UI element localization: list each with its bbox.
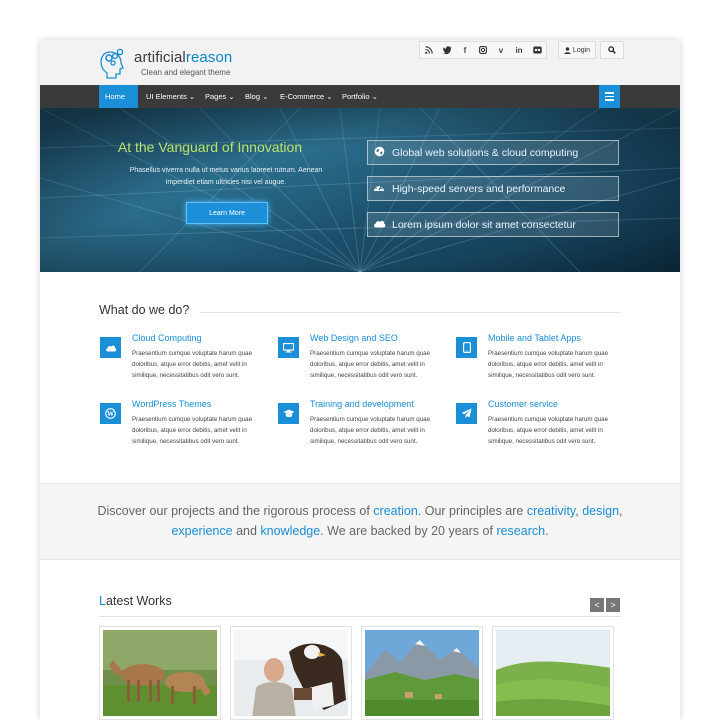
rss-icon[interactable] xyxy=(420,42,438,58)
vimeo-icon[interactable]: v xyxy=(492,42,510,58)
tablet-icon xyxy=(456,337,477,358)
service-title[interactable]: Training and development xyxy=(310,399,414,409)
nav-item-pages[interactable]: Pages ⌄ xyxy=(199,85,241,108)
hero-feature-label: Global web solutions & cloud computing xyxy=(392,146,579,159)
brand-accent-text: reason xyxy=(185,49,233,66)
hero-feature-servers[interactable]: High-speed servers and performance xyxy=(367,176,619,201)
user-icon xyxy=(564,46,571,54)
instagram-icon[interactable] xyxy=(474,42,492,58)
hero-title: At the Vanguard of Innovation xyxy=(117,139,303,155)
learn-more-button[interactable]: Learn More xyxy=(186,202,268,224)
link-creation[interactable]: creation xyxy=(373,504,417,518)
cloud-icon xyxy=(100,337,121,358)
service-title[interactable]: Cloud Computing xyxy=(132,333,202,343)
paper-plane-icon xyxy=(456,403,477,424)
site-header: artificialreason Clean and elegant theme… xyxy=(40,40,680,85)
brain-gears-logo-icon[interactable] xyxy=(98,46,130,80)
login-label: Login xyxy=(572,46,591,54)
service-description: Praesentium cumque voluptate harum quae … xyxy=(132,350,253,379)
brand-name[interactable]: artificialreason xyxy=(134,49,232,66)
tagline: Clean and elegant theme xyxy=(141,68,231,77)
green-hills-photo xyxy=(496,630,610,716)
flickr-icon[interactable] xyxy=(528,42,546,58)
linkedin-icon[interactable]: in xyxy=(510,42,528,58)
nav-item-blog[interactable]: Blog ⌄ xyxy=(239,85,274,108)
link-design[interactable]: design xyxy=(582,504,619,518)
mountain-village-photo xyxy=(365,630,479,716)
link-creativity[interactable]: creativity xyxy=(527,504,575,518)
latest-works-title: Latest Works xyxy=(99,594,172,608)
discover-banner: Discover our projects and the rigorous p… xyxy=(40,483,680,560)
hero-feature-global[interactable]: Global web solutions & cloud computing xyxy=(367,140,619,165)
hero-feature-lorem[interactable]: Lorem ipsum dolor sit amet consectetur xyxy=(367,212,619,237)
search-button[interactable] xyxy=(600,41,624,59)
menu-toggle-button[interactable] xyxy=(599,85,620,108)
hero-feature-label: Lorem ipsum dolor sit amet consectetur xyxy=(392,218,576,231)
service-description: Praesentium cumque voluptate harum quae … xyxy=(310,350,431,379)
link-knowledge[interactable]: knowledge xyxy=(260,524,320,538)
work-thumbnail-eagle[interactable] xyxy=(230,626,352,720)
service-title[interactable]: WordPress Themes xyxy=(132,399,211,409)
nav-item-ui-elements[interactable]: UI Elements ⌄ xyxy=(140,85,201,108)
section-divider xyxy=(200,312,620,313)
main-nav: Home ⌄ UI Elements ⌄ Pages ⌄ Blog ⌄ E-Co… xyxy=(40,85,680,124)
service-description: Praesentium cumque voluptate harum quae … xyxy=(310,416,431,445)
brand-main-text: artificial xyxy=(134,49,186,66)
nav-item-home[interactable]: Home ⌄ xyxy=(99,85,138,124)
deer-photo xyxy=(103,630,217,716)
work-thumbnail-deer[interactable] xyxy=(99,626,221,720)
search-icon xyxy=(608,46,616,54)
section-divider xyxy=(99,616,621,617)
globe-icon xyxy=(368,146,390,160)
link-experience[interactable]: experience xyxy=(171,524,232,538)
discover-text: Discover our projects and the rigorous p… xyxy=(97,504,623,538)
cloud-icon xyxy=(368,219,390,231)
services-title: What do we do? xyxy=(99,303,190,317)
service-title[interactable]: Mobile and Tablet Apps xyxy=(488,333,581,343)
nav-item-portfolio[interactable]: Portfolio ⌄ xyxy=(336,85,384,108)
link-research[interactable]: research xyxy=(496,524,545,538)
wordpress-icon: W xyxy=(100,403,121,424)
hero-feature-label: High-speed servers and performance xyxy=(392,182,566,195)
service-description: Praesentium cumque voluptate harum quae … xyxy=(488,416,609,445)
monitor-icon xyxy=(278,337,299,358)
facebook-icon[interactable]: f xyxy=(456,42,474,58)
svg-text:W: W xyxy=(107,410,114,418)
work-thumbnail-mountains[interactable] xyxy=(361,626,483,720)
page-frame: artificialreason Clean and elegant theme… xyxy=(40,40,680,720)
social-links: f v in xyxy=(419,41,547,59)
nav-item-ecommerce[interactable]: E-Commerce ⌄ xyxy=(274,85,339,108)
eagle-falconer-photo xyxy=(234,630,348,716)
service-description: Praesentium cumque voluptate harum quae … xyxy=(132,416,253,445)
service-title[interactable]: Web Design and SEO xyxy=(310,333,398,343)
prev-arrow-button[interactable]: < xyxy=(590,598,604,612)
menu-icon xyxy=(605,92,614,94)
dashboard-icon xyxy=(368,182,390,195)
service-description: Praesentium cumque voluptate harum quae … xyxy=(488,350,609,379)
next-arrow-button[interactable]: > xyxy=(606,598,620,612)
graduation-cap-icon xyxy=(278,403,299,424)
hero-text: Phasellus viverra nulla ut metus varius … xyxy=(129,167,323,186)
service-title[interactable]: Customer service xyxy=(488,399,558,409)
twitter-icon[interactable] xyxy=(438,42,456,58)
hero-slider: At the Vanguard of Innovation Phasellus … xyxy=(40,108,680,272)
work-thumbnail-hills[interactable] xyxy=(492,626,614,720)
login-button[interactable]: Login xyxy=(558,41,596,59)
